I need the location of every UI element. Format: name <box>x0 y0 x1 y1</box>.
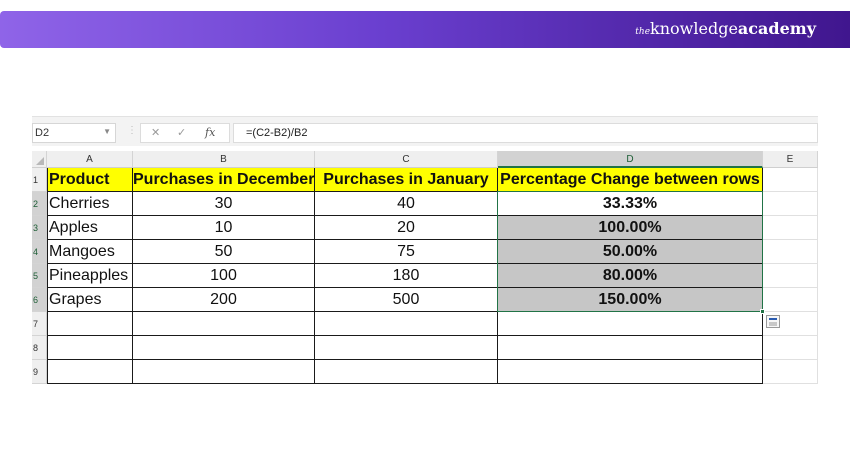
formula-bar: D2 ▼ ⋮ ✕ ✓ fx =(C2-B2)/B2 <box>32 116 818 146</box>
column-header-d[interactable]: D <box>498 151 763 168</box>
table-cell[interactable]: Pineapples <box>47 264 133 288</box>
table-cell[interactable]: 33.33% <box>498 192 763 216</box>
column-header-b[interactable]: B <box>133 151 315 168</box>
empty-cell[interactable] <box>315 312 498 336</box>
table-cell[interactable]: 180 <box>315 264 498 288</box>
enter-icon[interactable]: ✓ <box>177 126 186 139</box>
empty-cell[interactable] <box>763 264 818 288</box>
brand-academy: academy <box>737 19 816 38</box>
row-header-4[interactable]: 4 <box>32 240 47 264</box>
table-cell[interactable]: 50 <box>133 240 315 264</box>
table-cell[interactable]: 500 <box>315 288 498 312</box>
name-box-value: D2 <box>35 127 50 139</box>
empty-cell[interactable] <box>133 312 315 336</box>
chevron-down-icon[interactable]: ▼ <box>103 127 111 136</box>
header-cell[interactable]: Product <box>47 168 133 192</box>
table-cell[interactable]: 10 <box>133 216 315 240</box>
formula-input[interactable]: =(C2-B2)/B2 <box>233 123 818 143</box>
select-all-button[interactable] <box>32 151 47 168</box>
table-cell[interactable]: 40 <box>315 192 498 216</box>
empty-cell[interactable] <box>498 312 763 336</box>
table-cell[interactable]: 50.00% <box>498 240 763 264</box>
table-cell[interactable]: 80.00% <box>498 264 763 288</box>
table-cell[interactable]: Cherries <box>47 192 133 216</box>
table-cell[interactable]: 30 <box>133 192 315 216</box>
table-left-border <box>47 168 48 384</box>
table-cell[interactable]: 200 <box>133 288 315 312</box>
empty-cell[interactable] <box>47 360 133 384</box>
empty-cell[interactable] <box>133 336 315 360</box>
table-cell[interactable]: Mangoes <box>47 240 133 264</box>
empty-cell[interactable] <box>763 192 818 216</box>
empty-cell[interactable] <box>133 360 315 384</box>
row-header-9[interactable]: 9 <box>32 360 47 384</box>
column-header-e[interactable]: E <box>763 151 818 168</box>
name-box[interactable]: D2 ▼ <box>32 123 116 143</box>
empty-cell[interactable] <box>763 216 818 240</box>
row-header-5[interactable]: 5 <box>32 264 47 288</box>
fill-handle[interactable] <box>760 309 765 314</box>
header-cell[interactable]: Purchases in January <box>315 168 498 192</box>
table-cell[interactable]: 150.00% <box>498 288 763 312</box>
header-cell[interactable]: Percentage Change between rows <box>498 168 763 192</box>
row-header-1[interactable]: 1 <box>32 168 47 192</box>
row-header-6[interactable]: 6 <box>32 288 47 312</box>
quick-analysis-icon[interactable] <box>766 315 780 328</box>
empty-cell[interactable] <box>47 336 133 360</box>
empty-cell[interactable] <box>315 360 498 384</box>
column-header-c[interactable]: C <box>315 151 498 168</box>
column-header-a[interactable]: A <box>47 151 133 168</box>
empty-cell[interactable] <box>763 360 818 384</box>
empty-cell[interactable] <box>763 288 818 312</box>
brand-knowledge: knowledge <box>650 19 738 38</box>
table-cell[interactable]: 20 <box>315 216 498 240</box>
table-cell[interactable]: Apples <box>47 216 133 240</box>
row-header-3[interactable]: 3 <box>32 216 47 240</box>
table-cell[interactable]: Grapes <box>47 288 133 312</box>
row-header-2[interactable]: 2 <box>32 192 47 216</box>
header-cell[interactable]: Purchases in December <box>133 168 315 192</box>
empty-cell[interactable] <box>763 336 818 360</box>
cancel-icon[interactable]: ✕ <box>151 126 160 139</box>
spreadsheet-grid: A B C D E 1 2 3 4 5 6 7 8 9 Product Purchases in Decemb… <box>32 151 818 391</box>
row-header-7[interactable]: 7 <box>32 312 47 336</box>
brand-logo: theknowledgeacademy <box>635 19 816 42</box>
empty-cell[interactable] <box>315 336 498 360</box>
brand-banner: theknowledgeacademy <box>0 11 850 48</box>
insert-function-icon[interactable]: fx <box>205 126 215 139</box>
empty-cell[interactable] <box>498 336 763 360</box>
formula-bar-grip-icon: ⋮ <box>127 125 137 136</box>
empty-cell[interactable] <box>763 240 818 264</box>
table-cell[interactable]: 100.00% <box>498 216 763 240</box>
row-header-8[interactable]: 8 <box>32 336 47 360</box>
empty-cell[interactable] <box>763 168 818 192</box>
table-cell[interactable]: 100 <box>133 264 315 288</box>
brand-the: the <box>635 27 651 37</box>
formula-buttons: ✕ ✓ fx <box>140 123 230 143</box>
empty-cell[interactable] <box>47 312 133 336</box>
table-cell[interactable]: 75 <box>315 240 498 264</box>
empty-cell[interactable] <box>498 360 763 384</box>
